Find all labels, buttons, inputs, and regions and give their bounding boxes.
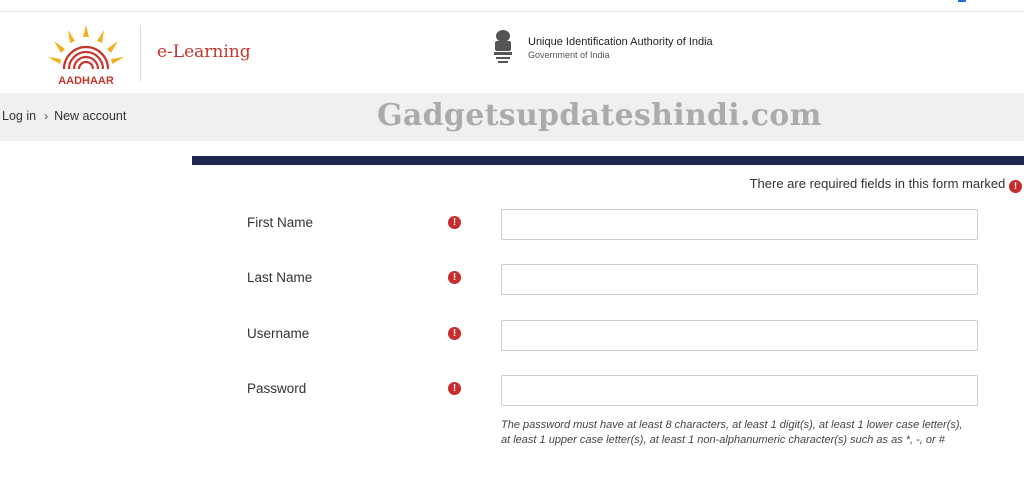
username-row: Username ! — [192, 320, 1024, 352]
app-name[interactable]: e-Learning — [157, 42, 251, 62]
breadcrumb: Log in › New account — [2, 109, 126, 123]
form-header-band — [192, 156, 1024, 165]
required-icon: ! — [448, 382, 461, 395]
top-strip-accent — [958, 0, 966, 2]
top-strip — [0, 0, 1024, 12]
signup-form: There are required fields in this form m… — [192, 156, 1024, 486]
password-input[interactable] — [501, 375, 978, 406]
username-input[interactable] — [501, 320, 978, 351]
first-name-row: First Name ! — [192, 209, 1024, 241]
chevron-right-icon: › — [44, 109, 49, 123]
required-icon: ! — [448, 216, 461, 229]
password-row: Password ! — [192, 375, 1024, 407]
last-name-input[interactable] — [501, 264, 978, 295]
required-note-text: There are required fields in this form m… — [749, 176, 1006, 191]
username-label: Username — [247, 326, 310, 341]
first-name-input[interactable] — [501, 209, 978, 240]
required-icon: ! — [448, 327, 461, 340]
last-name-label: Last Name — [247, 270, 313, 285]
org-name: Unique Identification Authority of India — [528, 36, 713, 48]
first-name-label: First Name — [247, 215, 314, 230]
header-divider — [140, 25, 141, 81]
breadcrumb-bar: Log in › New account Gadgetsupdateshindi.c… — [0, 93, 1024, 141]
required-icon: ! — [1009, 180, 1022, 193]
org-subtitle: Government of India — [528, 50, 610, 60]
national-emblem-icon — [494, 30, 512, 63]
required-icon: ! — [448, 271, 461, 284]
password-label: Password — [247, 381, 307, 396]
watermark-text: Gadgetsupdateshindi.com — [377, 98, 822, 133]
password-hint: The password must have at least 8 charac… — [501, 419, 963, 446]
org-block: Unique Identification Authority of India… — [528, 36, 713, 61]
site-header: AADHAAR e-Learning Unique Identification… — [0, 13, 1024, 93]
breadcrumb-login-link[interactable]: Log in — [2, 109, 36, 123]
last-name-row: Last Name ! — [192, 264, 1024, 296]
required-fields-note: There are required fields in this form m… — [750, 176, 1022, 193]
logo-text: AADHAAR — [58, 75, 114, 87]
breadcrumb-new-account: New account — [54, 109, 127, 123]
aadhaar-logo[interactable]: AADHAAR — [44, 23, 128, 87]
